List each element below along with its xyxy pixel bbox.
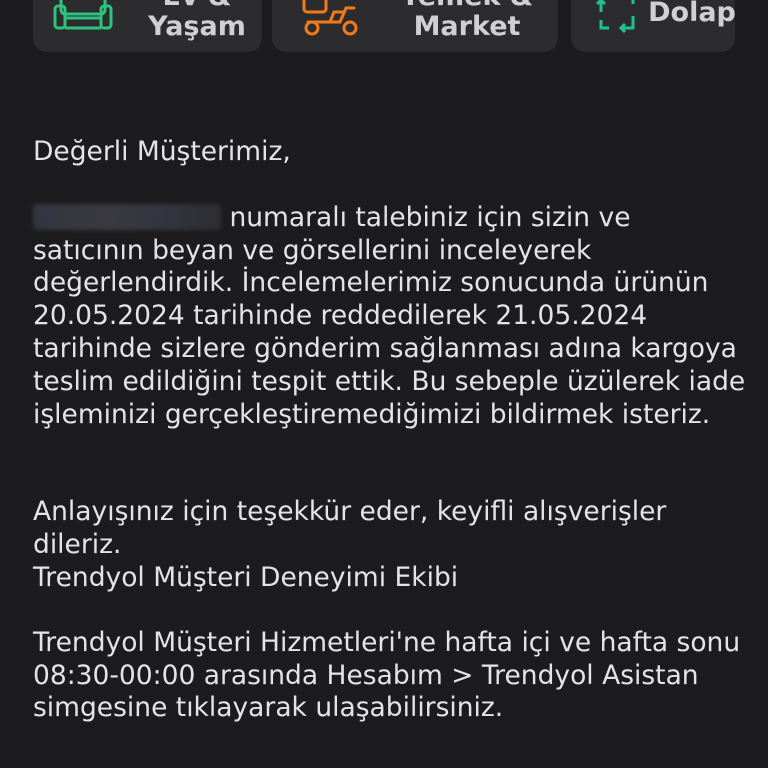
category-home-living-label: Ev & Yaşam: [148, 0, 246, 42]
delivery-scooter-icon: [302, 0, 358, 36]
redacted-request-number: [33, 203, 221, 230]
category-home-living[interactable]: Ev & Yaşam: [33, 0, 262, 52]
decision-text: numaralı talebiniz için sizin ve satıcın…: [33, 201, 746, 430]
greeting-text: Değerli Müşterimiz,: [33, 136, 291, 167]
category-food-market[interactable]: Yemek & Market: [272, 0, 558, 52]
support-info-text: Trendyol Müşteri Hizmetleri'ne hafta içi…: [33, 626, 741, 724]
screen: Ev & Yaşam Yemek & Market: [0, 0, 768, 768]
category-food-market-label: Yemek & Market: [401, 0, 534, 42]
thanks-text: Anlayışınız için teşekkür eder, keyifli …: [33, 496, 667, 561]
signature-text: Trendyol Müşteri Deneyimi Ekibi: [33, 561, 459, 593]
category-bar: Ev & Yaşam Yemek & Market: [0, 0, 768, 54]
decision-paragraph: numaralı talebiniz için sizin ve satıcın…: [33, 202, 748, 432]
category-dolap[interactable]: Dolap: [571, 0, 736, 52]
message-body: Değerli Müşterimiz, numaralı talebiniz i…: [33, 136, 748, 725]
recycle-hanger-icon: [595, 0, 635, 34]
sofa-icon: [53, 0, 113, 30]
category-dolap-label: Dolap: [648, 0, 736, 28]
